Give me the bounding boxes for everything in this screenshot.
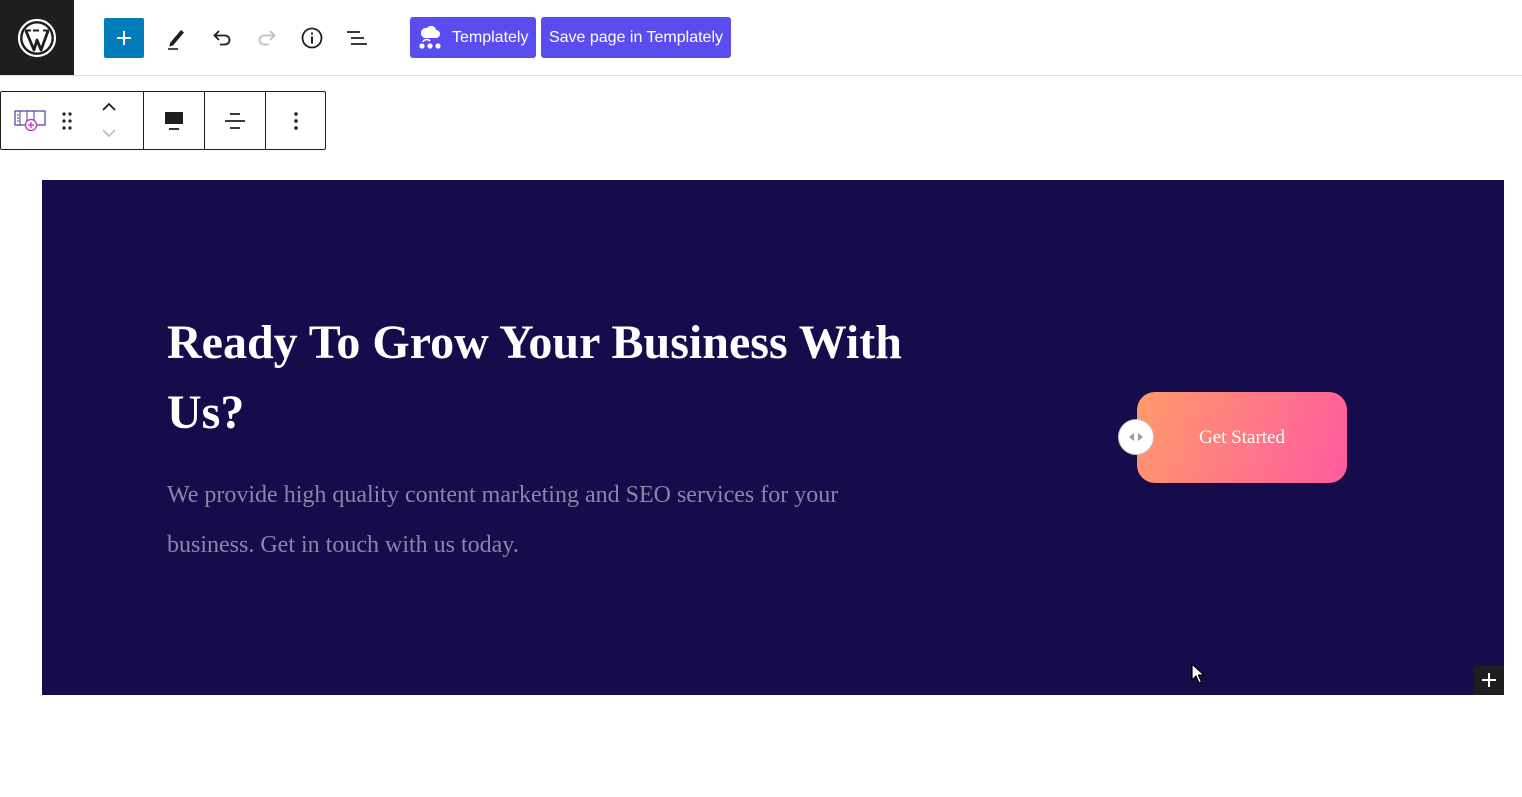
tools-button[interactable]	[156, 18, 196, 58]
get-started-button[interactable]: Get Started	[1137, 392, 1347, 483]
list-view-button[interactable]	[337, 18, 377, 58]
details-button[interactable]	[292, 18, 332, 58]
redo-button[interactable]	[247, 18, 287, 58]
plus-icon	[117, 31, 131, 45]
more-options-button[interactable]	[266, 92, 326, 149]
pencil-icon	[168, 30, 184, 50]
plus-icon	[1482, 673, 1496, 687]
cta-section[interactable]: Ready To Grow Your Business With Us? We …	[42, 180, 1504, 695]
chevron-down-icon	[102, 129, 116, 138]
justify-button[interactable]	[205, 92, 265, 149]
chevron-up-icon	[102, 102, 116, 111]
list-view-icon	[347, 31, 367, 45]
drag-handle-icon	[62, 111, 72, 130]
block-inserter-button[interactable]	[1474, 665, 1504, 695]
block-type-button[interactable]	[9, 92, 51, 149]
add-block-button[interactable]	[104, 18, 144, 58]
resize-arrows-icon	[1129, 433, 1143, 441]
info-icon	[301, 27, 323, 49]
align-button[interactable]	[144, 92, 204, 149]
templately-button[interactable]: Templately	[410, 17, 536, 58]
move-up-button[interactable]	[93, 92, 125, 120]
column-resize-handle[interactable]	[1118, 419, 1154, 455]
drag-handle[interactable]	[53, 92, 81, 149]
align-icon	[165, 111, 183, 130]
templately-label: Templately	[452, 28, 529, 46]
wordpress-icon	[17, 18, 57, 57]
move-down-button[interactable]	[93, 120, 125, 148]
justify-icon	[225, 112, 245, 129]
templately-icon	[419, 25, 441, 49]
redo-icon	[258, 30, 276, 46]
block-type-icon	[14, 109, 46, 131]
save-page-in-templately-button[interactable]: Save page in Templately	[541, 17, 731, 58]
hero-heading[interactable]: Ready To Grow Your Business With Us?	[167, 308, 967, 448]
undo-icon	[213, 30, 231, 46]
editor-top-toolbar: Templately Save page in Templately	[0, 0, 1522, 76]
block-toolbar	[0, 91, 326, 150]
undo-button[interactable]	[202, 18, 242, 58]
mouse-cursor-icon	[1191, 663, 1205, 684]
hero-description[interactable]: We provide high quality content marketin…	[167, 470, 907, 570]
more-options-icon	[294, 111, 298, 130]
wordpress-logo-button[interactable]	[0, 0, 74, 75]
